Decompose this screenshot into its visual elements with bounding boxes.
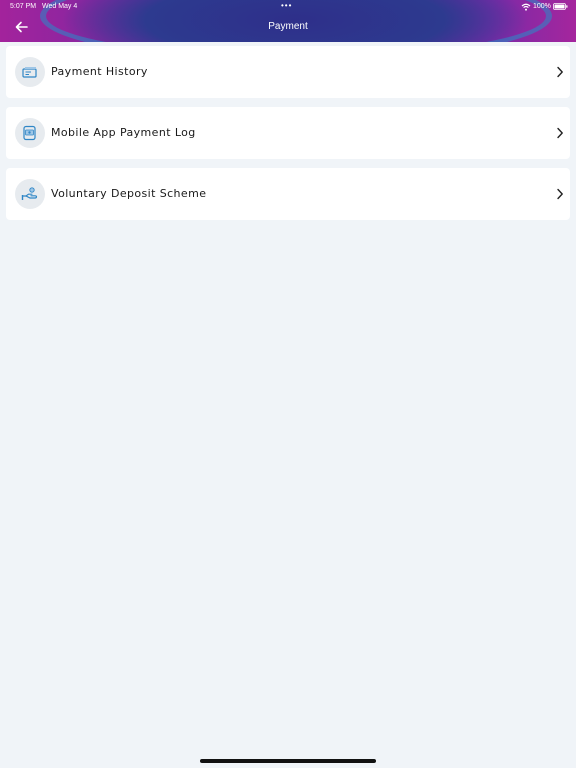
status-date: Wed May 4 [42,3,78,10]
mobile-app-payment-log-icon [15,118,45,148]
header-bar: 5:07 PM Wed May 4 ••• 100% Payment [0,0,576,42]
chevron-right-icon [557,127,563,139]
multitasking-dots[interactable]: ••• [281,1,292,10]
payment-menu-list: Payment History Mobile App Payment Log V… [6,46,570,229]
battery-percentage: 100% [533,3,551,10]
wifi-icon [521,3,531,11]
payment-history-icon [15,57,45,87]
battery-icon [553,3,568,10]
menu-item-label: Mobile App Payment Log [51,126,196,139]
menu-item-mobile-app-payment-log[interactable]: Mobile App Payment Log [6,107,570,159]
menu-item-payment-history[interactable]: Payment History [6,46,570,98]
status-bar: 5:07 PM Wed May 4 ••• 100% [0,0,576,14]
chevron-right-icon [557,66,563,78]
menu-item-label: Payment History [51,65,148,78]
menu-item-voluntary-deposit-scheme[interactable]: Voluntary Deposit Scheme [6,168,570,220]
voluntary-deposit-icon [15,179,45,209]
payment-screen: 5:07 PM Wed May 4 ••• 100% Payment Payme… [0,0,576,768]
status-time: 5:07 PM [10,3,37,10]
menu-item-label: Voluntary Deposit Scheme [51,187,207,200]
home-indicator[interactable] [200,759,376,763]
chevron-right-icon [557,188,563,200]
page-title: Payment [268,21,308,32]
